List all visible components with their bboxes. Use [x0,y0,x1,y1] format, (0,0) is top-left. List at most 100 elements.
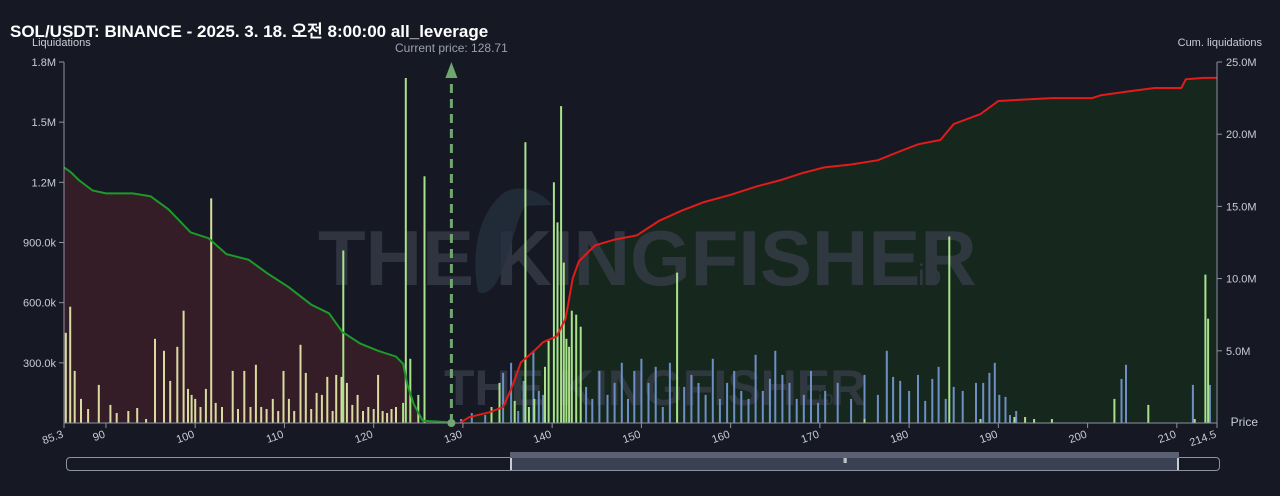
y-right-tick-label: 20.0M [1226,129,1257,141]
y-right-tick-label: 25.0M [1226,57,1257,69]
range-scrollbar-thumb[interactable]: III [510,457,1179,470]
bar-short-liquidations-blue [704,394,707,423]
bar-short-liquidations-green [524,142,527,423]
y-right-tick-label: 15.0M [1226,201,1257,213]
bar-short-liquidations-blue [1125,364,1127,423]
bar-long-liquidations [271,398,274,423]
bar-short-liquidations-blue [817,402,820,423]
bar-short-liquidations-blue [654,366,657,423]
bar-short-liquidations-green [552,182,555,423]
bar-long-liquidations [243,370,246,423]
bar-short-liquidations-blue [836,382,839,423]
x-tick-label: 120 [353,429,374,447]
chart: THE KINGFISHER io THE KINGFISHER io Curr… [23,37,1263,449]
bar-long-liquidations [127,411,130,423]
x-tick-label: 170 [800,429,821,447]
bar-short-liquidations-blue [733,370,736,423]
bar-long-liquidations [109,404,112,423]
bar-long-liquidations [231,370,234,423]
bar-short-liquidations-blue [924,400,927,423]
bar-short-liquidations-blue [1015,411,1018,423]
bar-long-liquidations [386,413,389,423]
bar-short-liquidations-blue [718,398,721,423]
y-left-tick-label: 300.0k [23,358,57,370]
bar-short-liquidations-green [1050,419,1053,423]
bar-short-liquidations-blue [1009,415,1011,423]
bar-long-liquidations [265,409,268,423]
bar-short-liquidations-green [562,262,565,423]
bar-short-liquidations-blue [961,390,964,423]
bar-short-liquidations-blue [788,382,791,423]
bar-long-liquidations [310,409,313,423]
bar-long-liquidations [395,407,397,423]
bar-short-liquidations-blue [627,398,629,423]
y-axis-left-ticks: 300.0k 600.0k 900.0k 1.2M 1.5M 1.8M [23,57,64,370]
bar-long-liquidations [69,306,72,423]
bar-short-liquidations-blue [1120,378,1123,423]
bar-long-liquidations [356,394,359,423]
bar-long-liquidations [64,332,67,424]
bar-short-liquidations-blue [863,374,866,423]
x-tick-label: 110 [265,429,286,446]
bar-short-liquidations-green [565,338,568,423]
bar-long-liquidations [73,370,76,423]
bar-short-liquidations-green [1033,419,1036,423]
bar-long-liquidations [176,346,179,423]
bar-short-liquidations-green [1013,417,1016,423]
bar-long-liquidations [362,411,364,423]
bar-short-liquidations-green [579,326,582,423]
bar-short-liquidations-green [1024,417,1027,423]
bar-long-liquidations [190,394,193,423]
bar-long-liquidations [367,407,370,423]
bar-short-liquidations-blue [633,370,636,423]
y-right-tick-label: 10.0M [1226,274,1257,286]
bar-short-liquidations-blue [620,362,623,423]
bar-long-liquidations [194,398,197,423]
x-axis-ticks: 85.3 90 100 110 120 130 140 150 160 170 180 190 200 2… [41,423,1218,449]
y-left-tick-label: 1.8M [32,57,56,69]
bar-short-liquidations-blue [585,386,588,423]
bar-short-liquidations-green [417,394,420,423]
bar-short-liquidations-green [568,346,571,423]
y-axis-right-ticks: 5.0M 10.0M 15.0M 20.0M 25.0M [1217,57,1257,358]
bar-short-liquidations-green [513,400,516,423]
bar-long-liquidations [145,419,148,423]
bar-short-liquidations-green [570,310,573,423]
bar-long-liquidations [340,376,343,423]
bar-short-liquidations-blue [690,374,693,423]
bar-short-liquidations-blue [802,394,805,423]
bar-short-liquidations-blue [1004,396,1007,423]
bar-short-liquidations-green [1204,274,1207,423]
bar-short-liquidations-blue [944,398,947,423]
bar-short-liquidations-green [556,222,559,423]
grip-icon[interactable]: III [843,457,847,465]
bar-short-liquidations-blue [470,413,473,423]
x-tick-label: 190 [978,429,999,447]
bar-long-liquidations [304,372,307,423]
bar-long-liquidations [97,384,100,423]
bar-short-liquidations-blue [810,370,812,423]
bar-long-liquidations [80,398,82,423]
bar-short-liquidations-blue [683,386,686,423]
bar-short-liquidations-blue [781,374,784,423]
bar-long-liquidations [390,409,393,423]
range-scrollbar[interactable]: III [66,452,1220,471]
y-left-tick-label: 1.2M [32,177,56,189]
bar-short-liquidations-blue [795,398,798,423]
bar-long-liquidations [210,198,213,423]
x-tick-label: 180 [889,429,910,447]
x-tick-label: 90 [91,429,107,444]
bar-short-liquidations-blue [606,394,609,423]
bar-short-liquidations-green [342,250,345,423]
bar-short-liquidations-blue [1208,384,1211,423]
bar-short-liquidations-blue [975,382,977,423]
y-right-tick-label: 5.0M [1226,346,1250,358]
bar-long-liquidations [136,408,139,423]
bar-short-liquidations-blue [931,378,934,423]
current-price-arrow-icon [445,62,458,78]
bar-long-liquidations [282,370,285,423]
bar-short-liquidations-green [948,236,951,423]
bar-short-liquidations-blue [917,374,919,423]
y-left-tick-label: 1.5M [32,117,56,129]
bar-short-liquidations-blue [598,370,601,423]
